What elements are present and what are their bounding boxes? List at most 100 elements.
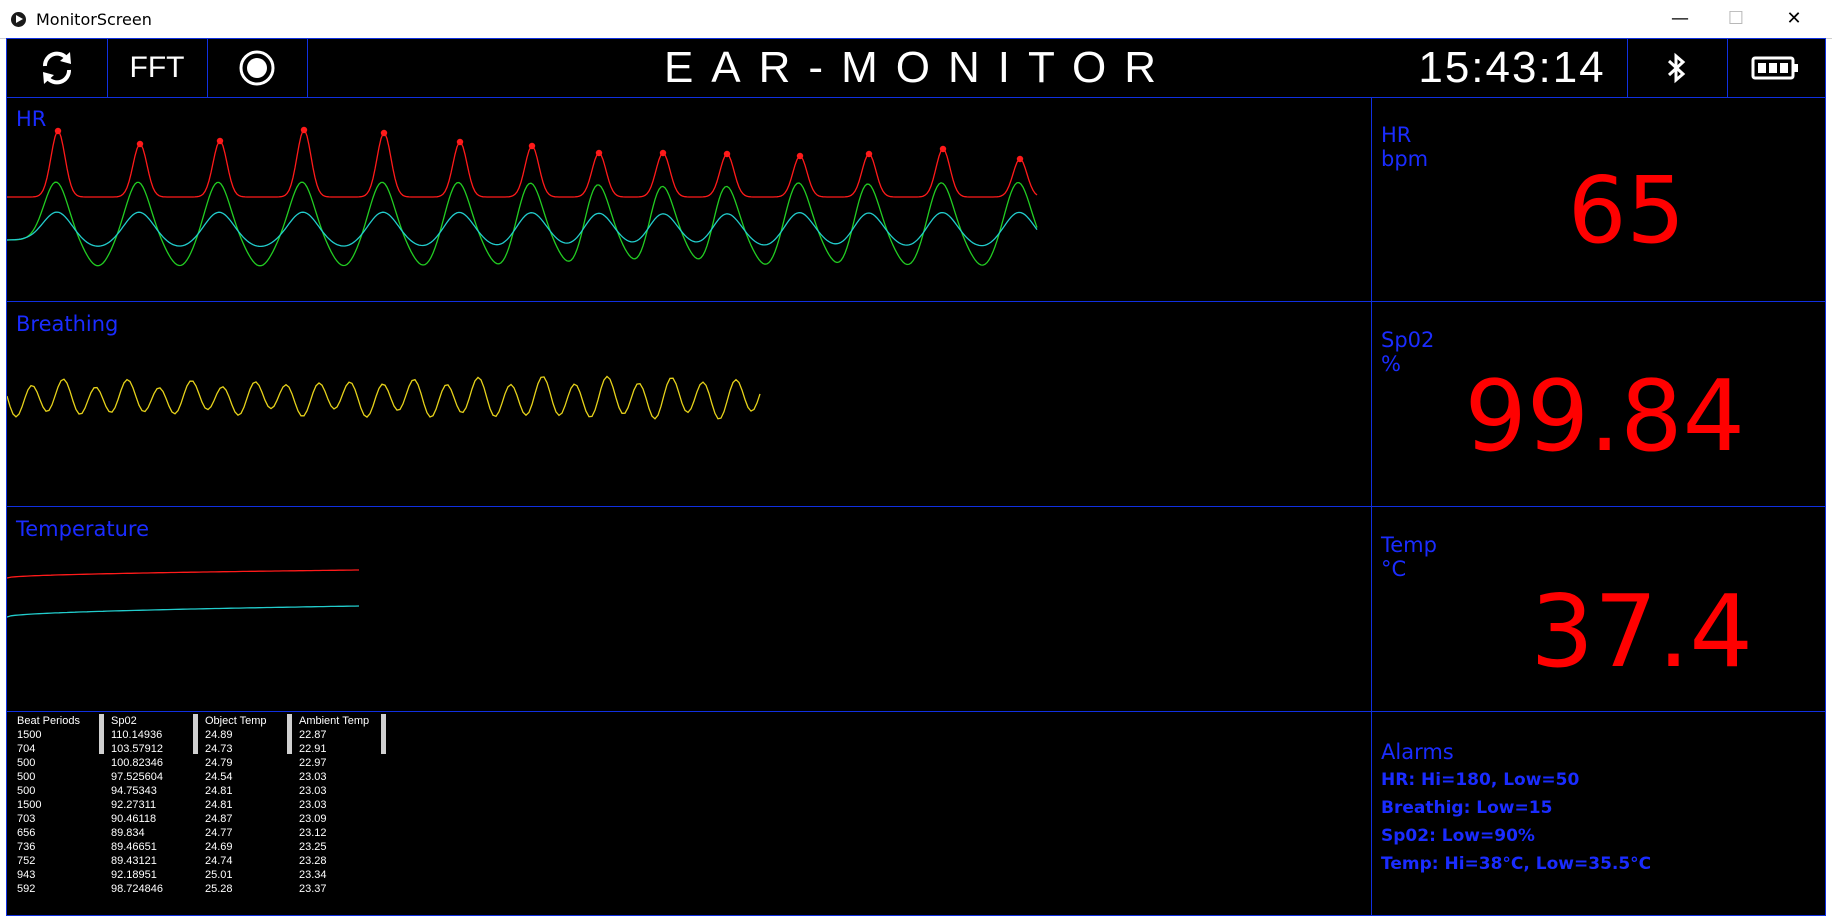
table-cell: 23.37 [299, 883, 327, 895]
table-cell: 24.81 [205, 799, 233, 811]
object-temp-trace [7, 569, 359, 579]
table-column: Sp02 110.14936 103.57912 100.82346 97.525604… [111, 714, 205, 896]
top-toolbar: FFT EAR-MONITOR 15:43:14 [7, 39, 1825, 98]
hr-wave-label: HR [16, 107, 47, 131]
table-cell: 24.81 [205, 785, 233, 797]
bluetooth-button[interactable] [1627, 39, 1728, 97]
table-cell: 24.73 [205, 743, 233, 755]
temperature-waveform-panel: Temperature [7, 507, 1372, 711]
table-cell: 943 [17, 869, 36, 881]
table-cell: 23.03 [299, 771, 327, 783]
temp-value: 37.4 [1530, 573, 1753, 690]
hr-peak-marker [796, 152, 804, 160]
hr-value: 65 [1567, 157, 1685, 264]
hr-peak-marker [456, 138, 464, 146]
table-cell: 22.91 [299, 743, 327, 755]
alarms-panel: Alarms HR: Hi=180, Low=50 Breathig: Low=1… [1372, 712, 1825, 915]
column-resize-handle[interactable] [287, 714, 292, 754]
hr-peak-marker [136, 140, 144, 148]
record-button[interactable] [207, 39, 308, 97]
temp-value-panel: Temp °C 37.4 [1372, 507, 1825, 711]
table-cell: 25.28 [205, 883, 233, 895]
bluetooth-icon [1667, 52, 1686, 84]
hr-peak-marker [528, 142, 536, 150]
table-cell: 736 [17, 841, 36, 853]
table-cell: 110.14936 [111, 729, 163, 741]
ambient-temp-trace [7, 605, 360, 618]
table-cell: 1500 [17, 729, 42, 741]
refresh-button[interactable] [7, 39, 108, 97]
record-icon [239, 50, 275, 86]
monitor-screen: FFT EAR-MONITOR 15:43:14 HR HR bpm 65 Br… [6, 38, 1826, 916]
table-cell: 89.43121 [111, 855, 157, 867]
alarm-line: HR: Hi=180, Low=50 [1381, 770, 1580, 790]
table-cell: 23.28 [299, 855, 327, 867]
column-resize-handle[interactable] [99, 714, 104, 754]
table-header: Object Temp [205, 715, 267, 727]
hr-peak-marker [380, 129, 388, 137]
window-title: MonitorScreen [36, 10, 152, 29]
table-cell: 704 [17, 743, 36, 755]
column-resize-handle[interactable] [381, 714, 386, 754]
hr-waveform-panel: HR [7, 97, 1372, 301]
hr-peak-marker [723, 150, 731, 158]
battery-icon [1751, 56, 1798, 80]
table-cell: 1500 [17, 799, 42, 811]
fft-button[interactable]: FFT [107, 39, 208, 97]
maximize-button[interactable]: ☐ [1708, 0, 1764, 38]
spo2-unit: % [1381, 352, 1401, 376]
table-cell: 97.525604 [111, 771, 163, 783]
table-cell: 25.01 [205, 869, 233, 881]
alarms-list: Alarms HR: Hi=180, Low=50 Breathig: Low=1… [1381, 740, 1651, 882]
alarm-line: Temp: Hi=38°C, Low=35.5°C [1381, 854, 1652, 874]
breathing-wave-label: Breathing [16, 312, 119, 336]
table-cell: 23.12 [299, 827, 327, 839]
table-cell: 24.89 [205, 729, 233, 741]
table-cell: 23.03 [299, 799, 327, 811]
table-header: Beat Periods [17, 715, 80, 727]
close-button[interactable]: ✕ [1766, 0, 1822, 38]
minimize-button[interactable]: — [1652, 0, 1708, 38]
data-row: Beat Periods 1500 704 500 500 500 1500 703 656 73… [7, 712, 1825, 915]
data-table-panel: Beat Periods 1500 704 500 500 500 1500 703 656 73… [7, 712, 1372, 915]
hr-peak-marker [939, 145, 947, 153]
hr-peak-marker [1016, 155, 1024, 163]
table-cell: 22.87 [299, 729, 327, 741]
hr-row: HR HR bpm 65 [7, 97, 1825, 302]
hr-peak-marker [216, 137, 224, 145]
table-cell: 23.25 [299, 841, 327, 853]
clock: 15:43:14 [1397, 39, 1628, 97]
breathing-row: Breathing Sp02 % 99.84 [7, 302, 1825, 507]
table-cell: 24.74 [205, 855, 233, 867]
table-cell: 23.34 [299, 869, 327, 881]
temperature-wave-label: Temperature [16, 517, 150, 541]
alarm-line: Sp02: Low=90% [1381, 826, 1535, 846]
table-cell: 24.54 [205, 771, 233, 783]
temp-side-label: Temp °C [1381, 533, 1437, 581]
table-cell: 500 [17, 757, 36, 769]
table-cell: 500 [17, 785, 36, 797]
temp-label: Temp [1381, 533, 1437, 557]
breathing-waveform [7, 375, 761, 420]
hr-label: HR [1381, 123, 1412, 147]
table-cell: 100.82346 [111, 757, 163, 769]
app-play-icon [11, 12, 26, 27]
hr-value-panel: HR bpm 65 [1372, 97, 1825, 301]
table-header: Ambient Temp [299, 715, 370, 727]
hr-unit: bpm [1381, 147, 1429, 171]
table-cell: 89.834 [111, 827, 145, 839]
refresh-icon [42, 51, 72, 85]
table-header: Sp02 [111, 715, 137, 727]
table-cell: 22.97 [299, 757, 327, 769]
table-cell: 23.03 [299, 785, 327, 797]
table-column: Ambient Temp 22.87 22.91 22.97 23.03 23.03 23.… [299, 714, 393, 896]
table-cell: 103.57912 [111, 743, 163, 755]
spo2-side-label: Sp02 % [1381, 328, 1434, 376]
alarms-title: Alarms [1381, 740, 1454, 764]
table-cell: 92.18951 [111, 869, 157, 881]
breathing-trace [7, 375, 761, 420]
hr-side-label: HR bpm [1381, 123, 1428, 171]
column-resize-handle[interactable] [193, 714, 198, 754]
table-cell: 94.75343 [111, 785, 157, 797]
table-cell: 500 [17, 771, 36, 783]
